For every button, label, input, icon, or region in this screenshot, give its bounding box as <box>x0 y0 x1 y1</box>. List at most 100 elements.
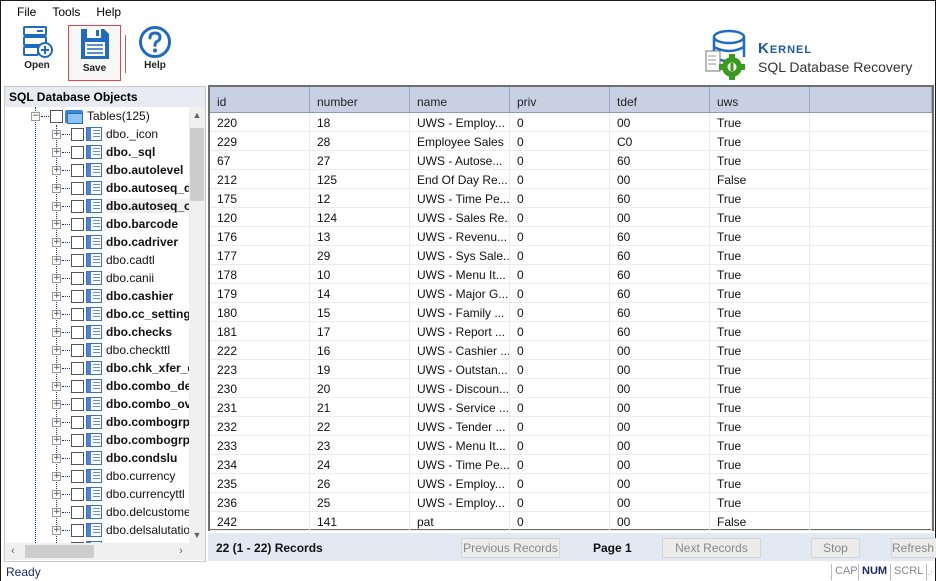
tree-node-table[interactable]: + dbo.delcustomer <box>52 503 189 521</box>
tree-node-table[interactable]: + dbo.currency <box>52 467 175 485</box>
table-row[interactable]: 234 24 UWS - Time Pe... 0 00 True <box>210 455 932 474</box>
table-row[interactable]: 236 25 UWS - Employ... 0 00 True <box>210 493 932 512</box>
expand-icon[interactable]: + <box>52 237 61 247</box>
tree-node-table[interactable]: + dbo.condslu <box>52 449 177 467</box>
column-header-blank[interactable] <box>810 87 932 112</box>
table-row[interactable]: 179 14 UWS - Major G... 0 60 True <box>210 284 932 303</box>
column-header-id[interactable]: id <box>210 87 310 112</box>
table-checkbox[interactable] <box>71 145 84 159</box>
tree-node-table[interactable]: + dbo.autoseq_det <box>52 179 189 197</box>
table-checkbox[interactable] <box>71 361 84 375</box>
column-header-priv[interactable]: priv <box>510 87 610 112</box>
help-button[interactable]: Help <box>131 25 179 81</box>
table-row[interactable]: 233 23 UWS - Menu It... 0 00 True <box>210 436 932 455</box>
table-checkbox[interactable] <box>71 415 84 429</box>
expand-icon[interactable]: + <box>52 219 61 229</box>
tree-node-table[interactable]: + dbo.delsalutation <box>52 521 189 539</box>
tree-node-table[interactable]: + dbo.autolevel <box>52 161 183 179</box>
table-row[interactable]: 67 27 UWS - Autose... 0 60 True <box>210 151 932 170</box>
expand-icon[interactable]: + <box>52 345 61 355</box>
scroll-thumb[interactable] <box>190 128 204 201</box>
table-checkbox[interactable] <box>71 217 84 231</box>
expand-icon[interactable]: + <box>52 417 61 427</box>
table-checkbox[interactable] <box>71 235 84 249</box>
expand-icon[interactable]: + <box>52 363 61 373</box>
table-checkbox[interactable] <box>71 487 84 501</box>
tree-node-table[interactable]: + dbo.combogrp_c <box>52 413 189 431</box>
tree-node-table[interactable]: + dbo.chk_xfer_dt <box>52 359 189 377</box>
tree-node-table[interactable]: + dbo.barcode <box>52 215 178 233</box>
expand-icon[interactable]: + <box>52 273 61 283</box>
scroll-left-icon[interactable]: ‹ <box>5 543 21 560</box>
tree-horizontal-scrollbar[interactable]: ‹ › <box>5 543 189 560</box>
tree-node-table[interactable]: + dbo.checkttl <box>52 341 170 359</box>
table-row[interactable]: 231 21 UWS - Service ... 0 00 True <box>210 398 932 417</box>
table-checkbox[interactable] <box>71 379 84 393</box>
expand-icon[interactable]: + <box>52 453 61 463</box>
table-checkbox[interactable] <box>71 433 84 447</box>
column-header-uws[interactable]: uws <box>710 87 810 112</box>
tree-node-tables[interactable]: − Tables(125) <box>31 107 150 125</box>
expand-icon[interactable]: + <box>52 201 61 211</box>
table-row[interactable]: 175 12 UWS - Time Pe... 0 60 True <box>210 189 932 208</box>
scroll-thumb-horizontal[interactable] <box>25 545 94 558</box>
scroll-up-icon[interactable]: ▲ <box>189 107 205 123</box>
table-row[interactable]: 230 20 UWS - Discoun... 0 00 True <box>210 379 932 398</box>
open-button[interactable]: Open <box>13 25 61 81</box>
table-row[interactable]: 120 124 UWS - Sales Re... 0 00 True <box>210 208 932 227</box>
expand-icon[interactable]: + <box>52 309 61 319</box>
tree-node-table[interactable]: + dbo.combo_ove <box>52 395 189 413</box>
table-row[interactable]: 176 13 UWS - Revenu... 0 60 True <box>210 227 932 246</box>
expand-icon[interactable]: + <box>52 471 61 481</box>
expand-icon[interactable]: + <box>52 165 61 175</box>
save-button[interactable]: Save <box>68 25 121 81</box>
table-checkbox[interactable] <box>71 271 84 285</box>
table-row[interactable]: 181 17 UWS - Report ... 0 60 True <box>210 322 932 341</box>
expand-icon[interactable]: + <box>52 129 61 139</box>
expand-icon[interactable]: + <box>52 525 61 535</box>
expand-icon[interactable]: + <box>52 291 61 301</box>
expand-icon[interactable]: + <box>52 381 61 391</box>
tree-node-table[interactable]: + dbo.cc_setting <box>52 305 189 323</box>
tree-node-table[interactable]: + dbo.canii <box>52 269 154 287</box>
collapse-icon[interactable]: − <box>31 111 40 121</box>
menu-file[interactable]: File <box>9 3 44 23</box>
tree-node-table[interactable]: + dbo.cadtl <box>52 251 155 269</box>
column-header-tdef[interactable]: tdef <box>610 87 710 112</box>
expand-icon[interactable]: + <box>52 255 61 265</box>
table-checkbox[interactable] <box>71 343 84 357</box>
expand-icon[interactable]: + <box>52 399 61 409</box>
table-row[interactable]: 178 10 UWS - Menu It... 0 60 True <box>210 265 932 284</box>
table-row[interactable]: 222 16 UWS - Cashier ... 0 00 True <box>210 341 932 360</box>
table-checkbox[interactable] <box>71 469 84 483</box>
table-checkbox[interactable] <box>71 181 84 195</box>
expand-icon[interactable]: + <box>52 435 61 445</box>
table-row[interactable]: 220 18 UWS - Employ... 0 00 True <box>210 113 932 132</box>
previous-records-button[interactable]: Previous Records <box>461 538 560 558</box>
expand-icon[interactable]: + <box>52 147 61 157</box>
tree-vertical-scrollbar[interactable]: ▲ ▼ <box>189 107 205 543</box>
table-row[interactable]: 180 15 UWS - Family ... 0 60 True <box>210 303 932 322</box>
column-header-name[interactable]: name <box>410 87 510 112</box>
table-checkbox[interactable] <box>71 289 84 303</box>
table-checkbox[interactable] <box>71 199 84 213</box>
table-row[interactable]: 229 28 Employee Sales 0 C0 True <box>210 132 932 151</box>
expand-icon[interactable]: + <box>52 507 61 517</box>
column-header-number[interactable]: number <box>310 87 410 112</box>
scroll-right-icon[interactable]: › <box>173 543 189 560</box>
table-checkbox[interactable] <box>71 307 84 321</box>
table-row[interactable]: 242 141 pat 0 00 False <box>210 512 932 531</box>
table-checkbox[interactable] <box>71 523 84 537</box>
tree-node-table[interactable]: + dbo.checks <box>52 323 172 341</box>
table-checkbox[interactable] <box>71 505 84 519</box>
table-checkbox[interactable] <box>71 397 84 411</box>
table-row[interactable]: 177 29 UWS - Sys Sale... 0 60 True <box>210 246 932 265</box>
table-row[interactable]: 235 26 UWS - Employ... 0 00 True <box>210 474 932 493</box>
tree-node-table[interactable]: + dbo.combogrp_c <box>52 431 189 449</box>
tree-node-table[interactable]: + dbo.combo_deta <box>52 377 189 395</box>
table-row[interactable]: 212 125 End Of Day Re... 0 00 False <box>210 170 932 189</box>
tree-node-table[interactable]: + dbo._icon <box>52 125 158 143</box>
tree-node-table[interactable]: + dbo.currencyttl <box>52 485 185 503</box>
table-checkbox[interactable] <box>71 451 84 465</box>
tree-node-table[interactable]: + dbo._sql <box>52 143 155 161</box>
